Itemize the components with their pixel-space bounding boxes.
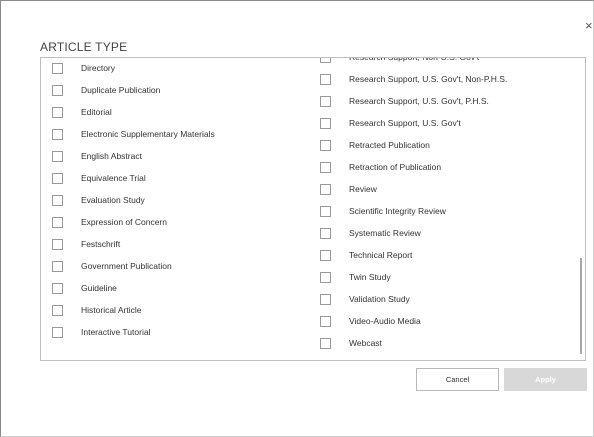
close-icon[interactable]: × (585, 19, 594, 33)
checkbox-label: Video-Audio Media (349, 316, 421, 326)
checkbox[interactable] (52, 216, 63, 228)
checkbox[interactable] (52, 62, 63, 74)
apply-button[interactable]: Apply (504, 368, 587, 391)
checkbox[interactable] (320, 271, 331, 283)
checkbox[interactable] (320, 117, 331, 129)
checkbox[interactable] (52, 150, 63, 162)
checkbox-item[interactable]: Editorial (52, 104, 112, 120)
checkbox[interactable] (320, 293, 331, 305)
checkbox[interactable] (320, 161, 331, 173)
checkbox[interactable] (52, 194, 63, 206)
checkbox-label: Systematic Review (349, 228, 421, 238)
checkbox-label: Electronic Supplementary Materials (81, 129, 215, 139)
checkbox-label: Government Publication (81, 261, 172, 271)
checkbox-label: Research Support, U.S. Gov't (349, 118, 461, 128)
checkbox-item[interactable]: Guideline (52, 280, 117, 296)
checkbox-item[interactable]: Technical Report (320, 247, 412, 263)
checkbox[interactable] (320, 183, 331, 195)
checkbox-item[interactable]: Research Support, U.S. Gov't, P.H.S. (320, 93, 489, 109)
checkbox-label: Guideline (81, 283, 117, 293)
checkbox-label: Research Support, Non-U.S. Gov't (349, 57, 480, 62)
checkbox[interactable] (320, 139, 331, 151)
checkbox-item[interactable]: Systematic Review (320, 225, 421, 241)
checkbox-item[interactable]: Government Publication (52, 258, 172, 274)
checkbox[interactable] (52, 260, 63, 272)
checkbox-item[interactable]: Interactive Tutorial (52, 324, 150, 340)
checkbox-item[interactable]: Webcast (320, 335, 382, 351)
article-type-list[interactable]: Directory Duplicate Publication Editorial E… (40, 57, 586, 361)
checkbox-item[interactable]: Twin Study (320, 269, 391, 285)
checkbox-label: Expression of Concern (81, 217, 167, 227)
checkbox[interactable] (320, 58, 331, 63)
checkbox-label: Equivalence Trial (81, 173, 146, 183)
checkbox-item[interactable]: Research Support, U.S. Gov't (320, 115, 461, 131)
checkbox[interactable] (320, 249, 331, 261)
checkbox[interactable] (52, 106, 63, 118)
checkbox-item[interactable]: Duplicate Publication (52, 82, 160, 98)
checkbox[interactable] (320, 205, 331, 217)
dialog-title: ARTICLE TYPE (40, 40, 128, 54)
checkbox-label: Review (349, 184, 377, 194)
checkbox[interactable] (320, 73, 331, 85)
checkbox[interactable] (52, 282, 63, 294)
checkbox-item[interactable]: Equivalence Trial (52, 170, 146, 186)
checkbox[interactable] (320, 227, 331, 239)
checkbox[interactable] (320, 95, 331, 107)
checkbox-item[interactable]: Research Support, U.S. Gov't, Non-P.H.S. (320, 71, 507, 87)
checkbox[interactable] (320, 315, 331, 327)
checkbox[interactable] (52, 128, 63, 140)
checkbox-label: Editorial (81, 107, 112, 117)
checkbox[interactable] (52, 326, 63, 338)
checkbox[interactable] (52, 304, 63, 316)
checkbox-item[interactable]: Validation Study (320, 291, 410, 307)
checkbox-label: Retraction of Publication (349, 162, 442, 172)
checkbox-item[interactable]: Video-Audio Media (320, 313, 421, 329)
cancel-button[interactable]: Cancel (416, 368, 499, 391)
checkbox[interactable] (52, 238, 63, 250)
checkbox-item[interactable]: Directory (52, 60, 115, 76)
checkbox-label: English Abstract (81, 151, 142, 161)
checkbox[interactable] (52, 84, 63, 96)
checkbox-item[interactable]: Electronic Supplementary Materials (52, 126, 215, 142)
checkbox-item[interactable]: Festschrift (52, 236, 120, 252)
checkbox-label: Directory (81, 63, 116, 73)
checkbox-item[interactable]: English Abstract (52, 148, 142, 164)
checkbox-label: Research Support, U.S. Gov't, Non-P.H.S. (349, 74, 508, 84)
checkbox-item[interactable]: Research Support, Non-U.S. Gov't (320, 57, 480, 65)
checkbox-label: Validation Study (349, 294, 410, 304)
checkbox-label: Scientific Integrity Review (349, 206, 446, 216)
checkbox-item[interactable]: Retracted Publication (320, 137, 430, 153)
checkbox-label: Festschrift (81, 239, 121, 249)
checkbox-label: Duplicate Publication (81, 85, 161, 95)
checkbox-item[interactable]: Historical Article (52, 302, 141, 318)
checkbox[interactable] (52, 172, 63, 184)
article-type-dialog: × ARTICLE TYPE Directory Duplicate Public… (0, 0, 594, 437)
checkbox-item[interactable]: Expression of Concern (52, 214, 167, 230)
checkbox[interactable] (320, 337, 331, 349)
checkbox-label: Twin Study (349, 272, 391, 282)
scrollbar-thumb[interactable] (580, 258, 582, 354)
checkbox-label: Evaluation Study (81, 195, 145, 205)
checkbox-label: Historical Article (81, 305, 142, 315)
checkbox-item[interactable]: Evaluation Study (52, 192, 145, 208)
checkbox-item[interactable]: Retraction of Publication (320, 159, 441, 175)
checkbox-label: Technical Report (349, 250, 413, 260)
checkbox-label: Research Support, U.S. Gov't, P.H.S. (349, 96, 489, 106)
checkbox-item[interactable]: Scientific Integrity Review (320, 203, 446, 219)
checkbox-item[interactable]: Review (320, 181, 377, 197)
checkbox-label: Interactive Tutorial (81, 327, 151, 337)
checkbox-label: Retracted Publication (349, 140, 430, 150)
checkbox-label: Webcast (349, 338, 382, 348)
